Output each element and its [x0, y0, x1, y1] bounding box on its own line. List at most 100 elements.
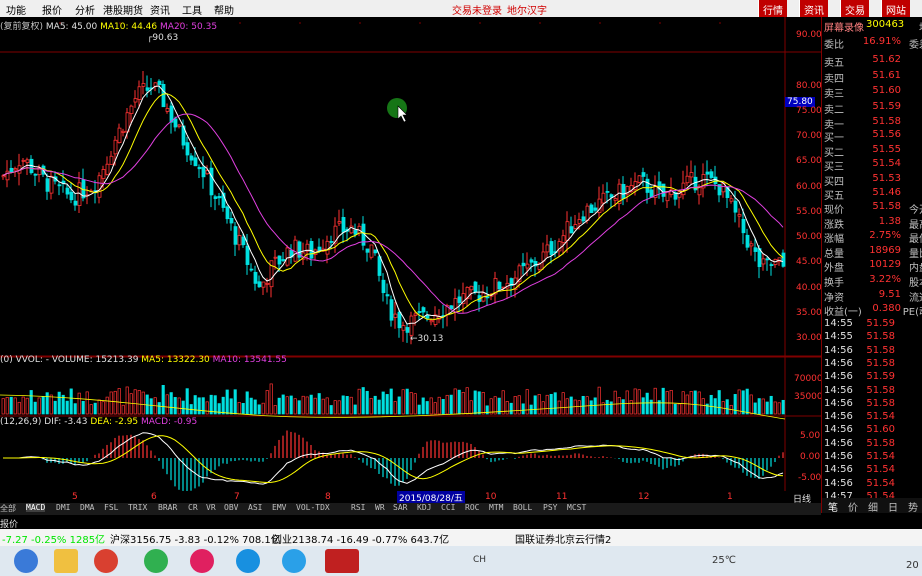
indicator-tab[interactable]: ROC	[465, 503, 479, 512]
book-tab[interactable]: 细	[868, 499, 878, 514]
candle-body	[157, 80, 162, 86]
menu-help[interactable]: 帮助	[214, 2, 234, 17]
volume-bar	[429, 397, 433, 415]
book-tab[interactable]: 日	[888, 499, 898, 514]
volume-bar	[625, 390, 629, 415]
book-tab[interactable]: 价	[848, 499, 858, 514]
candle-body	[741, 218, 746, 234]
ask-row[interactable]: 卖二 51.59	[824, 101, 922, 117]
indicator-tab[interactable]: FSL	[104, 503, 118, 512]
system-clock[interactable]: 20	[906, 560, 919, 571]
menu-news[interactable]: 资讯	[150, 2, 170, 17]
indicator-tab[interactable]: KDJ	[417, 503, 431, 512]
indicator-tab[interactable]: BOLL	[513, 503, 532, 512]
indicator-tab[interactable]: VOL-TDX	[296, 503, 330, 512]
indicator-tab[interactable]: 全部	[0, 503, 16, 514]
candle-body	[781, 252, 786, 267]
file-explorer-icon[interactable]	[54, 549, 78, 573]
ask-row[interactable]: 卖四 51.61	[824, 70, 922, 86]
stat-row[interactable]: 外盘10129内盘	[824, 259, 922, 275]
stat2-row[interactable]: 收益(一)0.380PE(动	[824, 303, 922, 319]
candle-body	[369, 244, 374, 258]
menu-tools[interactable]: 工具	[182, 2, 202, 17]
tick-row: 14:56 51.58	[824, 344, 895, 356]
book-tab[interactable]: 势	[908, 499, 918, 514]
volume-bar	[149, 398, 153, 415]
book-tab[interactable]: 笔	[828, 499, 838, 514]
ask-row[interactable]: 卖五 51.62	[824, 54, 922, 70]
indicator-tab[interactable]: RSI	[351, 503, 365, 512]
tab-quote[interactable]: 行情	[758, 0, 787, 17]
volume-bar	[505, 401, 509, 415]
volume-bar	[773, 401, 777, 415]
menu-hk-futures[interactable]: 港股期货	[103, 2, 143, 17]
macd-tick-0: 0.00	[800, 452, 821, 462]
media-player-icon[interactable]	[94, 549, 118, 573]
volume-bar	[517, 395, 521, 415]
indicator-tab[interactable]: MTM	[489, 503, 503, 512]
browser-360-icon[interactable]	[144, 549, 168, 573]
candle-body	[69, 191, 74, 201]
volume-bar	[321, 398, 325, 415]
indicator-tab[interactable]: DMI	[56, 503, 70, 512]
candle-body	[749, 243, 754, 247]
volume-bar	[261, 402, 265, 415]
volume-bar	[337, 400, 341, 415]
volume-bar	[237, 402, 241, 415]
volume-bar	[357, 388, 361, 415]
volume-bar	[553, 392, 557, 415]
music-app-icon[interactable]	[190, 549, 214, 573]
indicator-tab[interactable]: OBV	[224, 503, 238, 512]
volume-bar	[25, 397, 29, 415]
ticker-index-1: -7.27 -0.25% 1285亿	[2, 535, 106, 546]
video-app-icon[interactable]	[236, 549, 260, 573]
ie-browser-icon[interactable]	[282, 549, 306, 573]
volume-bar	[549, 393, 553, 415]
volume-bar	[465, 387, 469, 415]
tab-news[interactable]: 资讯	[799, 0, 828, 17]
volume-tick-35000: 35000	[794, 392, 823, 402]
indicator-tab[interactable]: WR	[375, 503, 385, 512]
ask-row[interactable]: 卖三 51.60	[824, 85, 922, 101]
menu-analysis[interactable]: 分析	[75, 2, 95, 17]
indicator-tab[interactable]: VR	[206, 503, 216, 512]
indicator-tab[interactable]: EMV	[272, 503, 286, 512]
candle-body	[377, 256, 382, 276]
candle-body	[309, 241, 314, 259]
volume-bar	[777, 402, 781, 415]
candle-body	[765, 258, 770, 261]
language-switch[interactable]: 地尔汉字	[507, 2, 547, 17]
candle-body	[753, 247, 758, 252]
indicator-tab[interactable]: CCI	[441, 503, 455, 512]
stock-app-icon[interactable]	[325, 549, 359, 573]
menu-quote[interactable]: 报价	[42, 2, 62, 17]
candle-body	[337, 221, 342, 224]
menu-function[interactable]: 功能	[6, 2, 26, 17]
weather-widget[interactable]: 25℃	[712, 555, 736, 566]
trade-login-status[interactable]: 交易未登录	[452, 2, 502, 17]
indicator-tab[interactable]: DMA	[80, 503, 94, 512]
volume-bar	[593, 397, 597, 415]
indicator-tab[interactable]: CR	[188, 503, 198, 512]
indicator-tab[interactable]: MACD	[26, 503, 46, 512]
tab-website[interactable]: 网站	[881, 0, 910, 17]
candle-body	[33, 173, 38, 176]
indicator-tab[interactable]: MCST	[567, 503, 586, 512]
tick-row: 14:56 51.54	[824, 411, 895, 423]
start-icon[interactable]	[14, 549, 38, 573]
tick-row: 14:56 51.58	[824, 384, 895, 396]
ime-indicator[interactable]: CH	[473, 555, 486, 565]
indicator-tab[interactable]: SAR	[393, 503, 407, 512]
indicator-tab[interactable]: ASI	[248, 503, 262, 512]
tick-row: 14:56 51.54	[824, 464, 895, 476]
candle-body	[601, 192, 606, 204]
volume-bar	[393, 401, 397, 415]
volume-bar	[509, 402, 513, 415]
indicator-tab[interactable]: TRIX	[128, 503, 147, 512]
tab-trade[interactable]: 交易	[840, 0, 869, 17]
candle-body	[605, 191, 610, 193]
broker-name[interactable]: 国联证券北京云行情2	[515, 531, 611, 546]
x-label-6: 6	[151, 492, 157, 502]
indicator-tab[interactable]: PSY	[543, 503, 557, 512]
indicator-tab[interactable]: BRAR	[158, 503, 177, 512]
